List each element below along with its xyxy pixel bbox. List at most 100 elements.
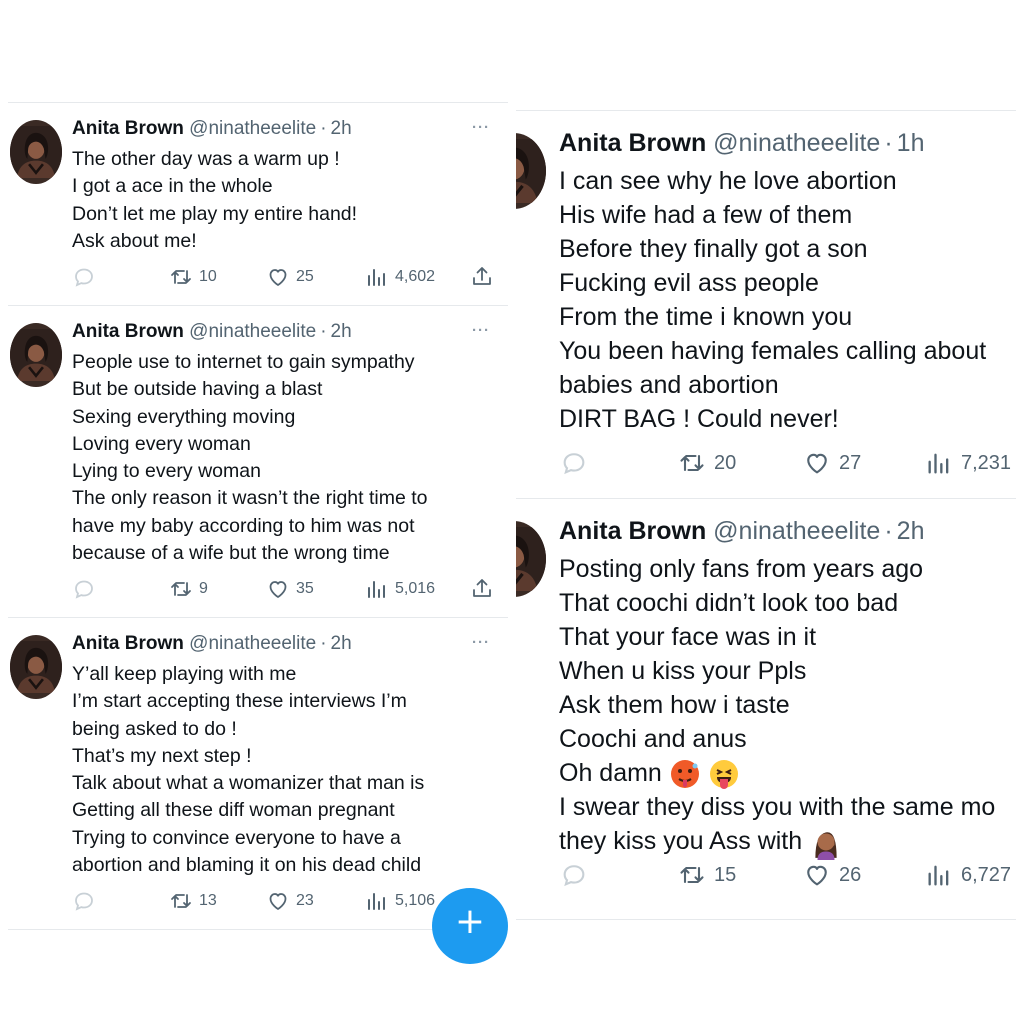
retweet-button[interactable]: 20 [678,449,736,477]
like-count: 25 [296,268,314,285]
avatar[interactable] [516,521,546,597]
avatar[interactable] [10,323,62,387]
tweet-text: Y’all keep playing with me I’m start acc… [72,661,424,879]
reply-icon [72,577,96,601]
tongue-out-emoji-icon [709,760,738,790]
timestamp[interactable]: 1h [897,129,925,157]
author-handle[interactable]: @ninatheeelite [189,321,316,342]
author-name[interactable]: Anita Brown [559,129,706,157]
tweet-line: DIRT BAG ! Could never! [559,405,839,433]
tweet-line: babies and abortion [559,371,779,399]
views-button[interactable]: 6,727 [925,861,1011,889]
timestamp[interactable]: 2h [897,517,925,545]
author-handle[interactable]: @ninatheeelite [189,118,316,139]
reply-button[interactable] [72,577,96,601]
heart-icon [266,889,290,913]
retweet-button[interactable]: 15 [678,861,736,889]
avatar[interactable] [10,120,62,184]
more-icon[interactable]: ··· [472,634,490,651]
author-handle[interactable]: @ninatheeelite [713,517,880,545]
like-button[interactable]: 35 [266,577,314,601]
views-button[interactable]: 7,231 [925,449,1011,477]
separator-dot: · [320,633,327,654]
timestamp[interactable]: 2h [331,321,352,342]
left-screenshot-panel: Anita Brown @ninatheeelite · 2h ··· The ot… [8,102,508,932]
tweet-line: being asked to do ! [72,717,237,740]
author-name[interactable]: Anita Brown [559,517,706,545]
tweet[interactable]: Anita Brown @ninatheeelite · 2h ··· People… [8,305,508,617]
retweet-count: 15 [714,863,737,886]
author-name[interactable]: Anita Brown [72,633,184,654]
tweet-line: You been having females calling about [559,337,987,365]
like-button[interactable]: 23 [266,889,314,913]
tweet-line: Getting all these diff woman pregnant [72,799,395,822]
separator-dot: · [320,321,327,342]
tweet-line: That’s my next step ! [72,744,252,767]
timestamp[interactable]: 2h [331,633,352,654]
tweet-line: Don’t let me play my entire hand! [72,202,358,225]
tweet-text: I can see why he love abortion His wife … [559,164,986,436]
tweet-line: His wife had a few of them [559,201,853,229]
tweet-line: From the time i known you [559,303,853,331]
reply-icon [72,889,96,913]
tweet-line: People use to internet to gain sympathy [72,351,415,373]
author-name[interactable]: Anita Brown [72,321,184,342]
avatar[interactable] [516,133,546,209]
retweet-button[interactable]: 9 [169,577,208,601]
heart-icon [803,861,831,889]
reply-button[interactable] [72,265,96,289]
plus-icon: + [454,901,486,942]
tweet-line: That coochi didn’t look too bad [559,589,899,617]
views-button[interactable]: 5,016 [365,577,435,601]
author-handle[interactable]: @ninatheeelite [713,129,880,157]
tweet[interactable]: Anita Brown @ninatheeelite · 1h I can see … [516,110,1016,498]
view-count: 4,602 [395,268,436,285]
reply-button[interactable] [560,449,588,477]
view-count: 5,106 [395,892,436,909]
hot-face-emoji-icon [670,760,699,789]
tweet-text: Posting only fans from years ago That co… [559,552,995,860]
views-icon [365,265,389,289]
reply-button[interactable] [72,889,96,913]
tweet-line: Coochi and anus [559,725,747,753]
tweet-line: Posting only fans from years ago [559,555,924,583]
tweet[interactable]: Anita Brown @ninatheeelite · 2h ··· The ot… [8,102,508,305]
tweet[interactable]: Anita Brown @ninatheeelite · 2h ··· Y’all … [8,617,508,930]
tweet[interactable]: Anita Brown @ninatheeelite · 2h Posting on… [516,498,1016,920]
more-icon[interactable]: ··· [472,322,490,339]
retweet-button[interactable]: 13 [169,889,217,913]
avatar[interactable] [10,635,62,699]
share-button[interactable] [470,265,494,289]
like-button[interactable]: 26 [803,861,861,889]
views-button[interactable]: 5,106 [365,889,435,913]
tweet-actions: 13 23 5,106 [8,889,508,913]
view-count: 7,231 [961,451,1012,474]
tweet-line: Before they finally got a son [559,235,868,263]
retweet-count: 10 [199,268,217,285]
views-icon [365,577,389,601]
tweet-line: Fucking evil ass people [559,269,819,297]
like-count: 27 [839,451,862,474]
more-icon[interactable]: ··· [472,119,490,136]
timestamp[interactable]: 2h [331,118,352,139]
compose-button[interactable]: + [432,888,508,964]
views-button[interactable]: 4,602 [365,265,435,289]
woman-facepalm-emoji-icon [815,832,837,860]
like-button[interactable]: 27 [803,449,861,477]
retweet-button[interactable]: 10 [169,265,217,289]
retweet-icon [169,577,193,601]
tweet-line-with-emoji: Oh damn [559,756,995,790]
tweet-actions: 9 35 5,016 [8,577,508,601]
reply-icon [560,449,588,477]
author-name[interactable]: Anita Brown [72,118,184,139]
like-button[interactable]: 25 [266,265,314,289]
author-handle[interactable]: @ninatheeelite [189,633,316,654]
share-button[interactable] [470,577,494,601]
reply-icon [72,265,96,289]
reply-button[interactable] [560,861,588,889]
like-count: 26 [839,863,862,886]
tweet-line: The only reason it wasn’t the right time… [72,487,428,510]
reply-icon [560,861,588,889]
right-screenshot-panel: Anita Brown @ninatheeelite · 1h I can see … [516,110,1016,922]
heart-icon [266,577,290,601]
